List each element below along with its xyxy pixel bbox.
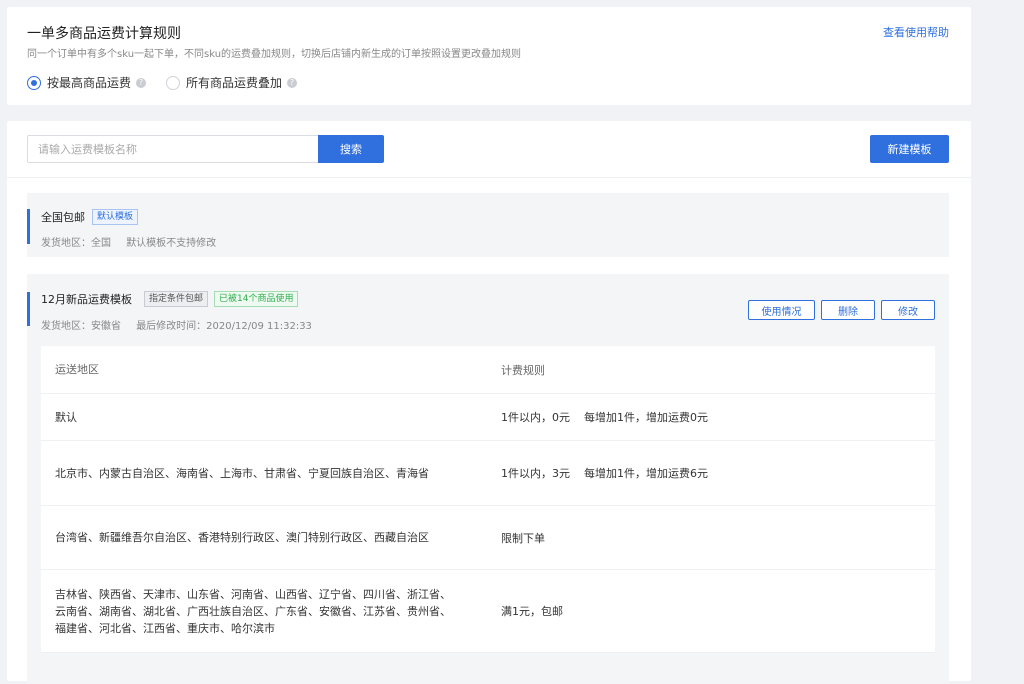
radio-unchecked-icon[interactable] bbox=[166, 75, 181, 90]
template-list-card: 搜索 新建模板 全国包邮 默认模板 发货地区：全国 默认模板不支持修改 12月新… bbox=[7, 121, 971, 684]
question-icon[interactable]: ? bbox=[136, 77, 147, 88]
accent-bar bbox=[27, 209, 30, 244]
option-label: 按最高商品运费 bbox=[47, 76, 132, 90]
page-title: 一单多商品运费计算规则 bbox=[27, 26, 181, 42]
question-icon[interactable]: ? bbox=[287, 77, 298, 88]
rule-description: 同一个订单中有多个sku一起下单，不同sku的运费叠加规则，切换后店铺内新生成的… bbox=[27, 49, 522, 60]
template-item: 12月新品运费模板 指定条件包邮 已被14个商品使用 发货地区：安徽省 最后修改… bbox=[27, 274, 949, 684]
rule-first: 1件以内，3元 bbox=[501, 467, 570, 480]
edit-button[interactable]: 修改 bbox=[881, 300, 935, 320]
default-tag: 默认模板 bbox=[92, 209, 139, 225]
table-row: 吉林省、陕西省、天津市、山东省、河南省、山西省、辽宁省、四川省、浙江省、云南省、… bbox=[41, 570, 935, 653]
template-item: 全国包邮 默认模板 发货地区：全国 默认模板不支持修改 bbox=[27, 193, 949, 257]
accent-bar bbox=[27, 292, 30, 326]
ship-region: 发货地区：安徽省 bbox=[41, 321, 121, 332]
ship-region: 发货地区：全国 bbox=[41, 238, 111, 249]
table-row: 北京市、内蒙古自治区、海南省、上海市、甘肃省、宁夏回族自治区、青海省 1件以内，… bbox=[41, 441, 935, 506]
table-header: 运送地区 计费规则 bbox=[41, 346, 935, 394]
rule-first: 1件以内，0元 bbox=[501, 411, 570, 424]
template-meta: 发货地区：全国 默认模板不支持修改 bbox=[41, 234, 228, 249]
usage-button[interactable]: 使用情况 bbox=[748, 300, 815, 320]
option-sum-fee[interactable]: 所有商品运费叠加 ? bbox=[166, 74, 298, 91]
rule-extra: 每增加1件，增加运费0元 bbox=[584, 411, 708, 424]
table-row: 默认 1件以内，0元 每增加1件，增加运费0元 bbox=[41, 394, 935, 441]
search-input[interactable] bbox=[27, 135, 319, 163]
new-template-button[interactable]: 新建模板 bbox=[870, 135, 949, 163]
template-name: 12月新品运费模板 bbox=[41, 293, 132, 306]
last-modified: 最后修改时间：2020/12/09 11:32:33 bbox=[136, 321, 312, 332]
header-region: 运送地区 bbox=[55, 363, 99, 376]
rule-cell: 限制下单 bbox=[487, 506, 935, 569]
edit-note: 默认模板不支持修改 bbox=[126, 238, 217, 249]
rule-first: 限制下单 bbox=[501, 531, 545, 545]
search-button[interactable]: 搜索 bbox=[318, 135, 384, 163]
region-cell: 默认 bbox=[55, 410, 77, 424]
fee-rule-table: 运送地区 计费规则 默认 1件以内，0元 每增加1件，增加运费0元 北京市、内蒙… bbox=[41, 346, 935, 653]
rule-cell: 满1元，包邮 bbox=[487, 570, 935, 652]
usage-tag: 已被14个商品使用 bbox=[214, 291, 299, 307]
region-cell: 北京市、内蒙古自治区、海南省、上海市、甘肃省、宁夏回族自治区、青海省 bbox=[55, 466, 429, 480]
rule-extra: 每增加1件，增加运费6元 bbox=[584, 467, 708, 480]
rule-first: 满1元，包邮 bbox=[501, 605, 563, 618]
template-name-row: 12月新品运费模板 指定条件包邮 已被14个商品使用 bbox=[41, 291, 299, 307]
table-row: 台湾省、新疆维吾尔自治区、香港特别行政区、澳门特别行政区、西藏自治区 限制下单 bbox=[41, 506, 935, 570]
condition-tag: 指定条件包邮 bbox=[144, 291, 209, 307]
help-link[interactable]: 查看使用帮助 bbox=[883, 24, 949, 40]
delete-button[interactable]: 删除 bbox=[821, 300, 875, 320]
option-label: 所有商品运费叠加 bbox=[186, 76, 283, 90]
region-cell: 台湾省、新疆维吾尔自治区、香港特别行政区、澳门特别行政区、西藏自治区 bbox=[55, 531, 429, 544]
rule-cell: 1件以内，0元 每增加1件，增加运费0元 bbox=[487, 394, 935, 440]
option-highest-fee[interactable]: 按最高商品运费 ? bbox=[27, 74, 147, 91]
rule-cell: 1件以内，3元 每增加1件，增加运费6元 bbox=[487, 441, 935, 505]
shipping-rule-card: 一单多商品运费计算规则 同一个订单中有多个sku一起下单，不同sku的运费叠加规… bbox=[7, 7, 971, 105]
region-cell: 吉林省、陕西省、天津市、山东省、河南省、山西省、辽宁省、四川省、浙江省、云南省、… bbox=[55, 587, 451, 635]
template-name: 全国包邮 bbox=[41, 211, 85, 224]
radio-checked-icon[interactable] bbox=[27, 75, 41, 90]
template-name-row: 全国包邮 默认模板 bbox=[41, 209, 139, 225]
rule-options: 按最高商品运费 ? 所有商品运费叠加 ? bbox=[27, 74, 317, 91]
toolbar: 搜索 新建模板 bbox=[7, 121, 971, 178]
header-rule: 计费规则 bbox=[501, 363, 545, 377]
template-meta: 发货地区：安徽省 最后修改时间：2020/12/09 11:32:33 bbox=[41, 317, 324, 332]
